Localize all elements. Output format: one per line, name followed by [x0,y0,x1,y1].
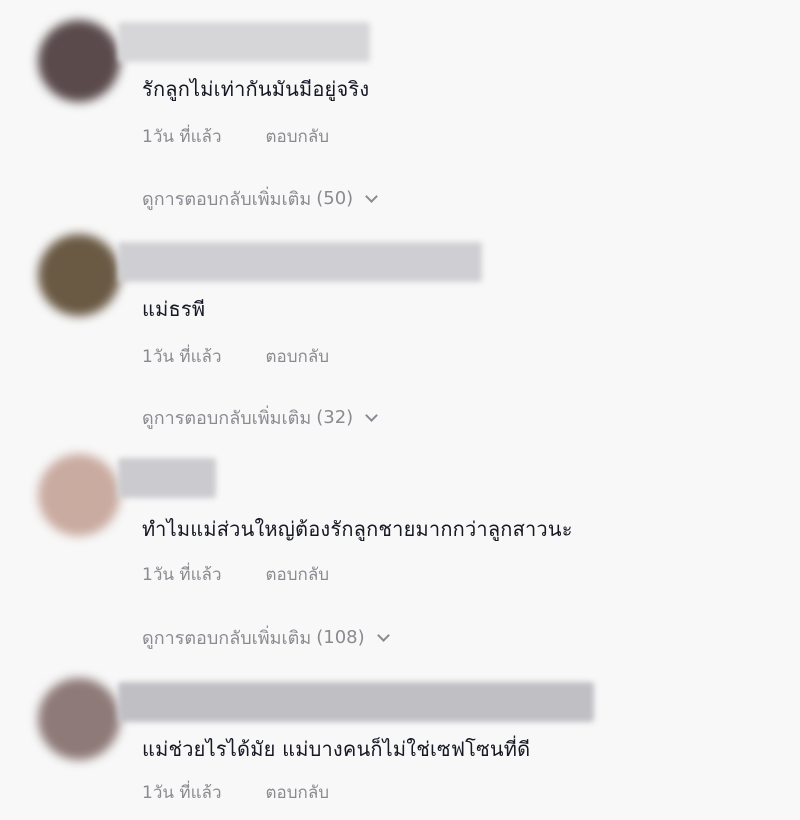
reply-button[interactable]: ตอบกลับ [266,127,330,147]
username-blurred[interactable] [118,458,216,498]
view-more-replies-button[interactable]: ดูการตอบกลับเพิ่มเติม (50) [142,184,379,213]
comment-text: รักลูกไม่เท่ากันมันมีอยู่จริง [142,77,370,101]
view-more-replies-button[interactable]: ดูการตอบกลับเพิ่มเติม (32) [142,403,379,432]
comment-text: ทำไมแม่ส่วนใหญ่ต้องรักลูกชายมากกว่าลูกสา… [142,517,573,541]
comment-text: แม่ช่วยไรได้มัย แม่บางคนก็ไม่ใช่เซฟโซนที… [142,737,531,761]
avatar[interactable] [38,20,120,102]
username-blurred[interactable] [118,682,594,722]
reply-count: (108) [316,627,365,648]
username-blurred[interactable] [118,22,370,62]
chevron-down-icon [376,628,390,642]
timestamp: 1วัน ที่แล้ว [142,783,222,803]
username-blurred[interactable] [118,242,482,282]
comment-meta: 1วัน ที่แล้ว ตอบกลับ [142,123,329,150]
reply-count: (32) [316,407,354,428]
reply-button[interactable]: ตอบกลับ [266,783,330,803]
view-more-replies-label: ดูการตอบกลับเพิ่มเติม [142,628,312,649]
avatar[interactable] [38,454,120,536]
timestamp: 1วัน ที่แล้ว [142,565,222,585]
reply-button[interactable]: ตอบกลับ [266,565,330,585]
timestamp: 1วัน ที่แล้ว [142,127,222,147]
comment-text: แม่ธรพี [142,297,206,321]
comment-item: รักลูกไม่เท่ากันมันมีอยู่จริง 1วัน ที่แล… [0,0,800,220]
view-more-replies-button[interactable]: ดูการตอบกลับเพิ่มเติม (108) [142,623,390,652]
reply-count: (50) [316,188,354,209]
comment-meta: 1วัน ที่แล้ว ตอบกลับ [142,561,329,588]
timestamp: 1วัน ที่แล้ว [142,347,222,367]
view-more-replies-label: ดูการตอบกลับเพิ่มเติม [142,189,312,210]
view-more-replies-label: ดูการตอบกลับเพิ่มเติม [142,408,312,429]
comment-list: รักลูกไม่เท่ากันมันมีอยู่จริง 1วัน ที่แล… [0,0,800,820]
chevron-down-icon [365,189,379,203]
avatar[interactable] [38,234,120,316]
avatar[interactable] [38,678,120,760]
comment-item: แม่ธรพี 1วัน ที่แล้ว ตอบกลับ ดูการตอบกลับ… [0,220,800,440]
comment-meta: 1วัน ที่แล้ว ตอบกลับ [142,779,329,806]
comment-meta: 1วัน ที่แล้ว ตอบกลับ [142,343,329,370]
comment-item: แม่ช่วยไรได้มัย แม่บางคนก็ไม่ใช่เซฟโซนที… [0,660,800,820]
comment-item: ทำไมแม่ส่วนใหญ่ต้องรักลูกชายมากกว่าลูกสา… [0,440,800,660]
reply-button[interactable]: ตอบกลับ [266,347,330,367]
chevron-down-icon [365,408,379,422]
